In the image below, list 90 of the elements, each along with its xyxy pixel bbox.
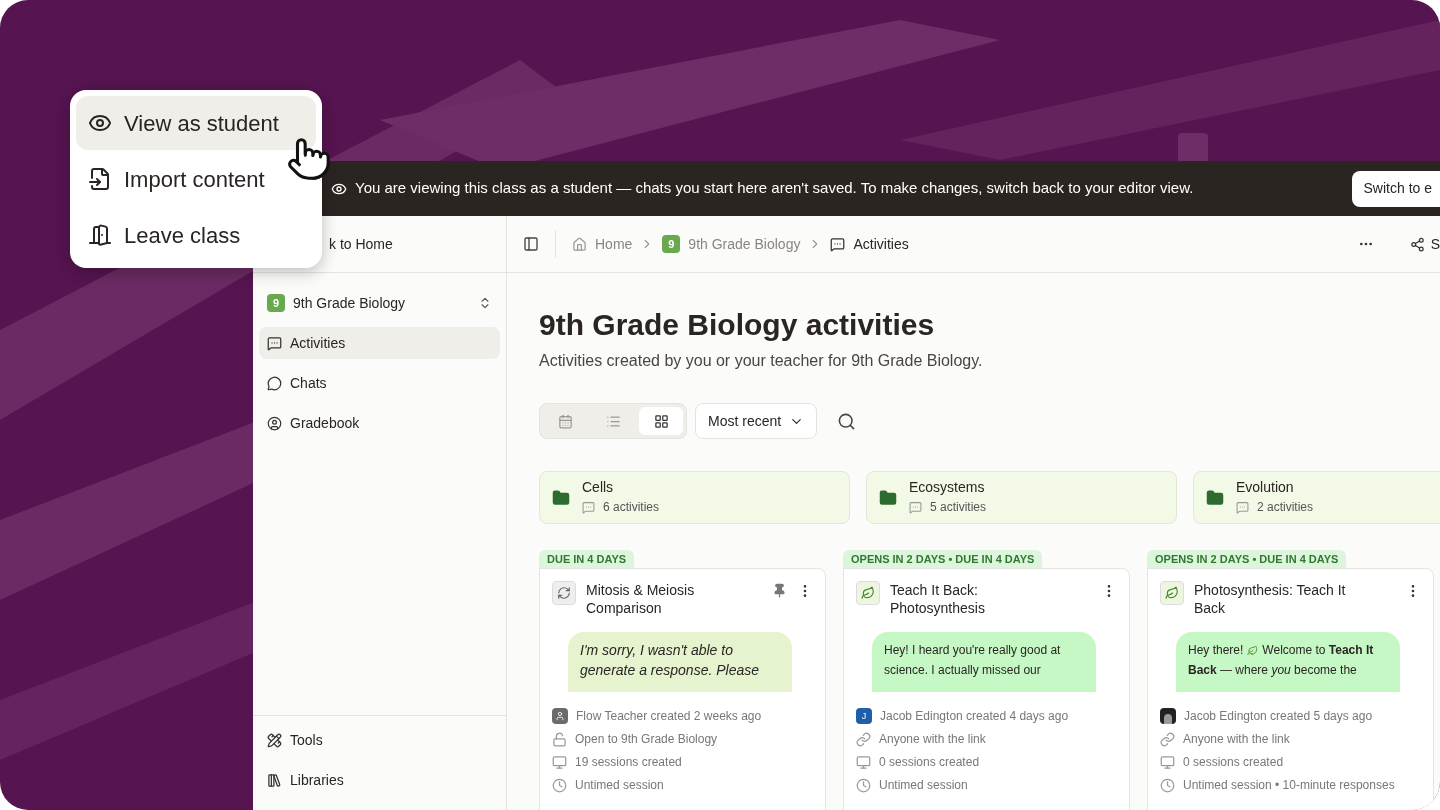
activity-icon bbox=[830, 236, 846, 252]
link-icon bbox=[856, 731, 871, 747]
bubble-text: Back — where you become the bbox=[1188, 662, 1357, 679]
activity-count: 2 activities bbox=[1257, 499, 1314, 516]
meta-text: Untimed session bbox=[575, 777, 664, 793]
folder-name: Cells bbox=[582, 479, 615, 495]
search-icon[interactable] bbox=[837, 411, 857, 431]
due-tag: OPENS IN 2 DAYS • DUE IN 4 DAYS bbox=[843, 550, 1043, 568]
pin-icon[interactable] bbox=[772, 583, 787, 598]
leaf-icon bbox=[1160, 581, 1184, 605]
activity-card[interactable]: Mitosis & Meiosis Comparison I'm sorry, I wasn't able to generate a response. Please Flow Teacher created 2 weeks ago Open to 9th Grade Biology 19 sessions created Untimed session bbox=[539, 568, 826, 810]
share-icon bbox=[1409, 236, 1425, 252]
sessions-icon bbox=[1160, 754, 1175, 770]
activity-title[interactable]: Photosynthesis: Teach It Back bbox=[1194, 581, 1366, 617]
activity-icon bbox=[909, 500, 922, 514]
bubble-text: Hey there! bbox=[1188, 642, 1244, 659]
avatar: J bbox=[856, 708, 872, 724]
meta-text: Untimed session • 10-minute responses bbox=[1183, 777, 1395, 793]
bubble-text: Welcome to Teach It bbox=[1262, 642, 1374, 659]
activity-count: 6 activities bbox=[603, 499, 660, 516]
sidebar-item[interactable]: Chats bbox=[259, 367, 500, 399]
activity-title[interactable]: Mitosis & Meiosis Comparison bbox=[586, 581, 758, 617]
class-badge: 9 bbox=[662, 235, 681, 253]
door-icon bbox=[88, 223, 112, 247]
folder-name: Evolution bbox=[1236, 479, 1295, 495]
folder-card[interactable]: Cells 6 activities bbox=[539, 471, 850, 524]
sidebar-item[interactable]: Tools bbox=[259, 724, 500, 756]
breadcrumb: Activities bbox=[853, 234, 909, 254]
activity-icon bbox=[1236, 500, 1249, 514]
lock-icon bbox=[552, 731, 567, 747]
avatar-icon bbox=[1160, 708, 1176, 724]
meta-text: 0 sessions created bbox=[879, 754, 980, 770]
meta-text: 0 sessions created bbox=[1183, 754, 1284, 770]
folder-icon bbox=[1206, 488, 1224, 507]
meta-text: Anyone with the link bbox=[879, 731, 986, 747]
back-link[interactable]: k to Home bbox=[329, 233, 393, 255]
timing-icon bbox=[552, 777, 567, 793]
folder-card[interactable]: Evolution 2 activities bbox=[1193, 471, 1440, 524]
sidebar-item[interactable]: Libraries bbox=[259, 764, 500, 796]
switch-button[interactable]: Switch to e bbox=[1351, 170, 1440, 207]
due-tag: OPENS IN 2 DAYS • DUE IN 4 DAYS bbox=[1147, 550, 1347, 568]
activity-card[interactable]: Photosynthesis: Teach It Back Hey there! Welcome to Teach It Back — where you become the Jacob Edington created 5 days ago Anyone with the link 0 sessions created Untimed session • 10-minute responses bbox=[1147, 568, 1434, 810]
sidebar-toggle-icon[interactable] bbox=[523, 236, 539, 252]
grid-view-icon[interactable] bbox=[639, 407, 683, 435]
meta-text: Jacob Edington created 4 days ago bbox=[880, 708, 1069, 724]
bubble-text: Hey! I heard you're really good at science. I actually missed our bbox=[884, 643, 1061, 677]
activity-count: 5 activities bbox=[930, 499, 987, 516]
meta-text: Jacob Edington created 5 days ago bbox=[1184, 708, 1373, 724]
file-import-icon bbox=[88, 167, 112, 191]
sync-icon bbox=[552, 581, 576, 605]
timing-icon bbox=[856, 777, 871, 793]
meta-text: Untimed session bbox=[879, 777, 968, 793]
home-icon bbox=[572, 236, 587, 252]
banner-text: You are viewing this class as a student — chats you start here aren't saved. To make changes, switch back to your editor view. bbox=[355, 178, 1194, 199]
sidebar-item[interactable]: Activities bbox=[259, 327, 500, 359]
breadcrumb[interactable]: 9th Grade Biology bbox=[688, 233, 801, 255]
page-title: 9th Grade Biology activities bbox=[539, 307, 936, 343]
meta-text: Flow Teacher created 2 weeks ago bbox=[576, 708, 762, 724]
folder-icon bbox=[552, 488, 570, 507]
timing-icon bbox=[1160, 777, 1175, 793]
link-icon bbox=[1160, 731, 1175, 747]
class-badge: 9 bbox=[267, 294, 285, 312]
sort-dropdown[interactable]: Most recent bbox=[695, 403, 818, 439]
meta-text: Open to 9th Grade Biology bbox=[575, 731, 718, 747]
leaf-icon bbox=[1247, 644, 1259, 656]
avatar-icon bbox=[552, 708, 568, 724]
meta-text: Anyone with the link bbox=[1183, 731, 1290, 747]
activity-title[interactable]: Teach It Back: Photosynthesis bbox=[890, 581, 1062, 617]
activity-icon bbox=[582, 500, 595, 514]
folder-card[interactable]: Ecosystems 5 activities bbox=[866, 471, 1177, 524]
sessions-icon bbox=[856, 754, 871, 770]
pencil-ruler-icon bbox=[267, 732, 282, 748]
chat-bubble-icon bbox=[267, 375, 282, 391]
bubble-text: I'm sorry, I wasn't able to generate a response. Please bbox=[580, 642, 759, 678]
folder-name: Ecosystems bbox=[909, 479, 986, 495]
due-tag: DUE IN 4 DAYS bbox=[539, 550, 635, 568]
share-button[interactable]: S bbox=[1409, 233, 1440, 255]
meta-text: 19 sessions created bbox=[575, 754, 682, 770]
class-switcher[interactable]: 9 9th Grade Biology bbox=[259, 287, 500, 319]
page-subtitle: Activities created by you or your teacher for 9th Grade Biology. bbox=[539, 351, 984, 371]
books-icon bbox=[267, 772, 282, 788]
sidebar-item[interactable]: Gradebook bbox=[259, 407, 500, 439]
square-shape bbox=[1178, 133, 1208, 163]
activity-card[interactable]: Teach It Back: Photosynthesis Hey! I heard you're really good at science. I actually missed our J Jacob Edington created 4 days ago Anyone with the link 0 sessions created Untimed session bbox=[843, 568, 1130, 810]
menu-item[interactable]: Leave class bbox=[76, 208, 316, 262]
sessions-icon bbox=[552, 754, 567, 770]
menu-item[interactable]: View as student bbox=[76, 96, 316, 150]
breadcrumb[interactable]: Home bbox=[595, 233, 633, 255]
folder-icon bbox=[879, 488, 897, 507]
leaf-icon bbox=[856, 581, 880, 605]
